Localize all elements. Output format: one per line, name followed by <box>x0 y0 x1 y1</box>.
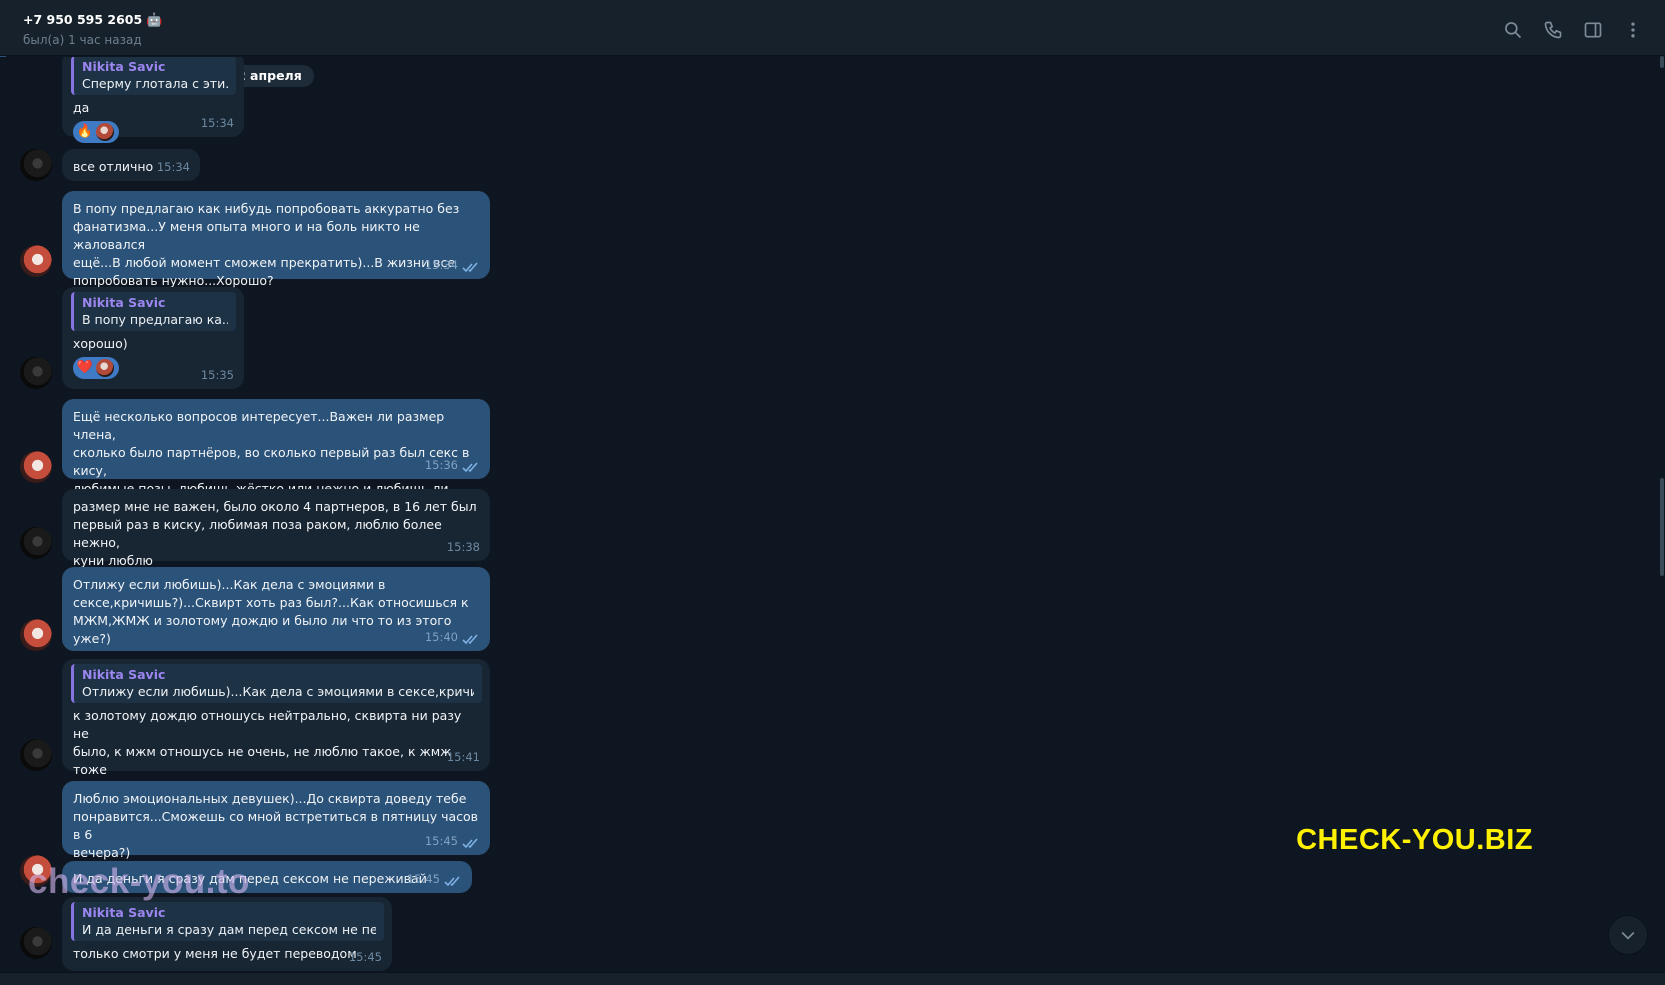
message-time: 15:34 <box>156 160 190 174</box>
avatar[interactable] <box>20 619 52 651</box>
avatar[interactable] <box>20 927 52 959</box>
message-time: 15:40 <box>424 630 458 644</box>
message-time: 15:35 <box>200 368 234 382</box>
avatar[interactable] <box>20 739 52 771</box>
avatar[interactable] <box>20 527 52 559</box>
reply-text: Сперму глотала с эти... <box>82 76 228 91</box>
message-text: размер мне не важен, было около 4 партне… <box>73 499 477 568</box>
reply-text: Отлижу если любишь)...Как дела с эмоциям… <box>82 684 474 699</box>
avatar[interactable] <box>20 357 52 389</box>
contact-phone: +7 950 595 2605 <box>23 12 143 27</box>
reply-text: И да деньги я сразу дам перед сексом не … <box>82 922 376 937</box>
search-icon[interactable] <box>1493 18 1533 42</box>
message-time: 15:36 <box>424 458 458 472</box>
message-incoming[interactable]: Nikita Savic В попу предлагаю ка... хоро… <box>62 287 244 389</box>
message-incoming[interactable]: Nikita Savic И да деньги я сразу дам пер… <box>62 897 392 971</box>
reactor-avatar <box>96 359 114 377</box>
message-time: 15:38 <box>446 540 480 554</box>
message-incoming[interactable]: все отлично 15:34 <box>62 149 200 181</box>
message-time: 15:34 <box>424 258 458 272</box>
avatar[interactable] <box>20 451 52 483</box>
avatar[interactable] <box>20 149 52 181</box>
message-time: 15:45 <box>348 950 382 964</box>
reply-quote[interactable]: Nikita Savic И да деньги я сразу дам пер… <box>71 902 384 941</box>
message-outgoing[interactable]: В попу предлагаю как нибудь попробовать … <box>62 191 490 288</box>
message-time: 15:41 <box>446 750 480 764</box>
message-text: Люблю эмоциональных девушек)...До сквирт… <box>73 791 479 860</box>
read-checks-icon <box>462 262 478 273</box>
reply-author: Nikita Savic <box>82 295 166 310</box>
fire-reaction-icon: 🔥 <box>76 124 94 139</box>
message-time: 15:45 <box>424 834 458 848</box>
watermark-right: CHECK-YOU.BIZ <box>1296 824 1533 856</box>
message-text: В попу предлагаю как нибудь попробовать … <box>73 201 460 288</box>
reply-text: В попу предлагаю ка... <box>82 312 228 327</box>
heart-reaction-icon: ❤️ <box>76 360 94 375</box>
bot-icon: 🤖 <box>146 13 163 28</box>
message-text: Отлижу если любишь)...Как дела с эмоциям… <box>73 577 469 646</box>
reactor-avatar <box>96 123 114 141</box>
last-seen-status: был(а) 1 час назад <box>23 33 142 47</box>
message-time: 15:45 <box>406 872 440 886</box>
read-checks-icon <box>462 634 478 645</box>
message-text: только смотри у меня не будет переводом <box>73 946 357 961</box>
reactions[interactable]: ❤️ <box>73 357 119 379</box>
message-incoming[interactable]: Nikita Savic Сперму глотала с эти... да … <box>62 57 244 143</box>
more-vert-icon[interactable] <box>1613 18 1653 42</box>
message-outgoing[interactable]: Люблю эмоциональных девушек)...До сквирт… <box>62 781 490 860</box>
reactions[interactable]: 🔥 <box>73 121 119 143</box>
reply-author: Nikita Savic <box>82 905 166 920</box>
message-outgoing[interactable]: Отлижу если любишь)...Как дела с эмоциям… <box>62 567 490 651</box>
scrollbar-thumb-top[interactable] <box>1660 56 1664 68</box>
sidebar-toggle-icon[interactable] <box>1573 18 1613 42</box>
reply-author: Nikita Savic <box>82 59 166 74</box>
watermark-left: check-you.to <box>28 862 250 901</box>
message-incoming[interactable]: Nikita Savic Отлижу если любишь)...Как д… <box>62 659 490 795</box>
message-incoming[interactable]: размер мне не важен, было около 4 партне… <box>62 489 490 568</box>
chat-header: +7 950 595 2605 🤖 был(а) 1 час назад <box>0 0 1665 56</box>
phone-icon[interactable] <box>1533 18 1573 42</box>
message-time: 15:34 <box>200 116 234 130</box>
read-checks-icon <box>462 462 478 473</box>
chat-title[interactable]: +7 950 595 2605 🤖 <box>23 12 162 28</box>
avatar[interactable] <box>20 245 52 277</box>
reply-quote[interactable]: Nikita Savic В попу предлагаю ка... <box>71 292 236 331</box>
message-text: хорошо) <box>73 336 128 351</box>
composer-bar[interactable] <box>0 972 1665 985</box>
reply-quote[interactable]: Nikita Savic Сперму глотала с эти... <box>71 57 236 95</box>
reply-author: Nikita Savic <box>82 667 166 682</box>
chevron-down-icon <box>1621 931 1635 940</box>
read-checks-icon <box>444 876 460 887</box>
message-outgoing[interactable]: Ещё несколько вопросов интересует...Важе… <box>62 399 490 514</box>
reply-quote[interactable]: Nikita Savic Отлижу если любишь)...Как д… <box>71 664 482 703</box>
scrollbar-thumb[interactable] <box>1660 478 1664 576</box>
read-checks-icon <box>462 838 478 849</box>
scroll-to-bottom-button[interactable] <box>1608 915 1648 955</box>
